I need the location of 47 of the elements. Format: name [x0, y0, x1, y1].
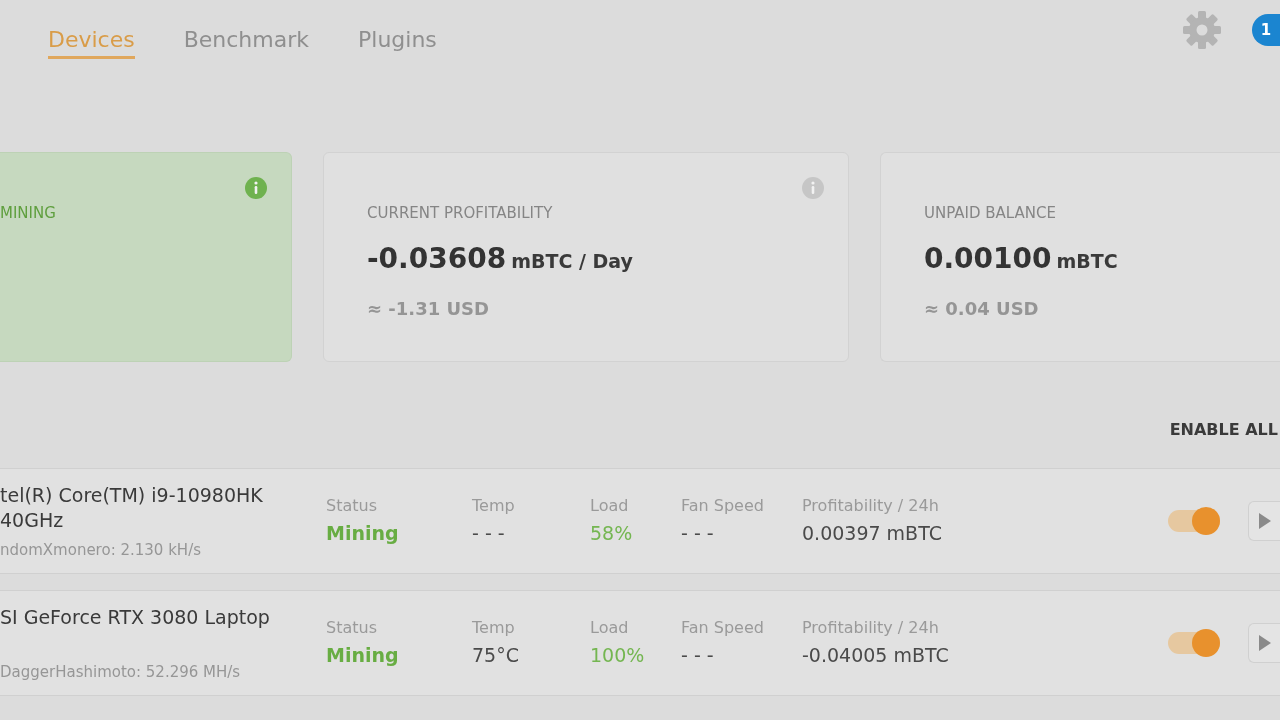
metric-label: Temp	[472, 618, 515, 638]
enable-all-button[interactable]: ENABLE ALL	[1169, 420, 1278, 440]
device-algorithm: ndomXmonero: 2.130 kH/s	[0, 541, 201, 559]
metric-value: -0.04005 mBTC	[802, 643, 949, 668]
card-value: 0.00100	[924, 241, 1052, 277]
card-title: MINING	[0, 203, 56, 223]
metric-label: Profitability / 24h	[802, 496, 939, 516]
metric-label: Load	[590, 618, 629, 638]
metric-value: - - -	[472, 521, 505, 546]
metric-label: Load	[590, 496, 629, 516]
metric-value: 0.00397 mBTC	[802, 521, 942, 546]
info-icon[interactable]	[245, 177, 267, 199]
card-fiat-value: ≈ -1.31 USD	[367, 297, 490, 321]
device-algorithm: DaggerHashimoto: 52.296 MH/s	[0, 663, 241, 681]
metric-value: Mining	[326, 521, 399, 546]
nav-tab[interactable]: Benchmark	[183, 0, 309, 59]
metric-label: Temp	[472, 496, 515, 516]
card-title: CURRENT PROFITABILITY	[367, 203, 553, 223]
metric-value: 100%	[590, 643, 645, 668]
card-unit: mBTC / Day	[511, 249, 633, 273]
play-button[interactable]	[1248, 623, 1280, 663]
settings-icon[interactable]	[1183, 11, 1221, 49]
card-value: -0.03608	[367, 241, 507, 277]
toggle-switch[interactable]	[1168, 629, 1220, 657]
metric-label: Status	[326, 618, 377, 638]
metric-value: - - -	[681, 643, 714, 668]
metric-label: Fan Speed	[681, 496, 764, 516]
play-button[interactable]	[1248, 501, 1280, 541]
info-icon[interactable]	[802, 177, 824, 199]
notification-badge[interactable]: 1	[1252, 14, 1280, 46]
device-name: SI GeForce RTX 3080 Laptop	[0, 605, 271, 630]
card-unit: mBTC	[1056, 249, 1118, 273]
metric-label: Fan Speed	[681, 618, 764, 638]
metric-label: Status	[326, 496, 377, 516]
nav-tab[interactable]: Plugins	[358, 0, 437, 59]
metric-label: Profitability / 24h	[802, 618, 939, 638]
card-fiat-value: ≈ 0.04 USD	[924, 297, 1039, 321]
metric-value: Mining	[326, 643, 399, 668]
device-name: tel(R) Core(TM) i9-10980HK 40GHz	[0, 483, 264, 533]
metric-value: 75°C	[472, 643, 519, 668]
play-icon	[1258, 513, 1271, 529]
card-title: UNPAID BALANCE	[924, 203, 1056, 223]
play-icon	[1258, 635, 1271, 651]
metric-value: - - -	[681, 521, 714, 546]
metric-value: 58%	[590, 521, 633, 546]
toggle-switch[interactable]	[1168, 507, 1220, 535]
nav-tab[interactable]: Devices	[48, 0, 135, 59]
